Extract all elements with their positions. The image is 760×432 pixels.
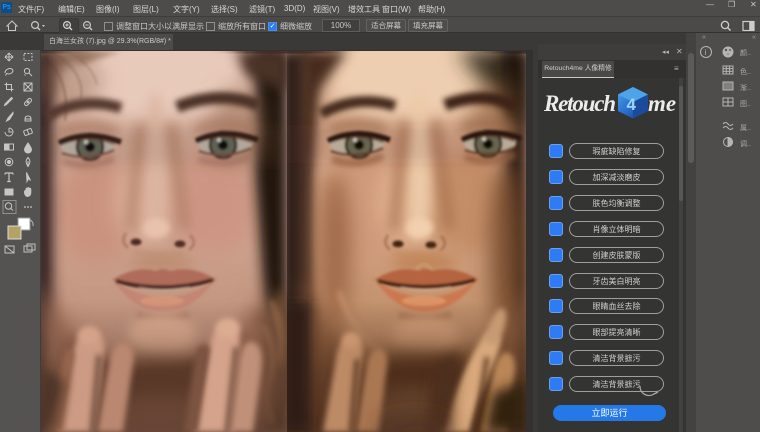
svg-text:Retouch: Retouch [544,91,616,116]
svg-text:渐..: 渐.. [740,83,751,92]
svg-text:色..: 色.. [740,67,751,76]
svg-text:me: me [648,91,676,116]
svg-text:颜..: 颜.. [740,48,751,57]
svg-text:i: i [705,48,707,57]
svg-text:调..: 调.. [740,139,751,148]
svg-text:属..: 属.. [740,124,751,132]
svg-text:图..: 图.. [740,100,751,108]
svg-text:4: 4 [627,95,637,114]
